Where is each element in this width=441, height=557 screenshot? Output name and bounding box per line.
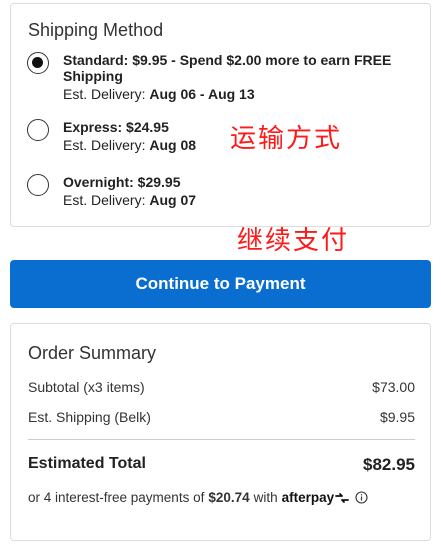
installments-prefix: or 4 interest-free payments of <box>28 490 205 505</box>
subtotal-row: Subtotal (x3 items) $73.00 <box>28 379 415 395</box>
order-summary-card: Order Summary Subtotal (x3 items) $73.00… <box>10 323 431 541</box>
total-value: $82.95 <box>363 455 415 474</box>
shipping-method-card: Shipping Method Standard: $9.95 - Spend … <box>10 3 431 227</box>
summary-divider <box>28 439 415 440</box>
installments-with: with <box>253 490 278 505</box>
shipping-option-delivery: Est. Delivery: Aug 07 <box>63 191 393 209</box>
delivery-label: Est. Delivery: <box>63 192 146 208</box>
shipping-option-delivery: Est. Delivery: Aug 06 - Aug 13 <box>63 85 393 103</box>
radio-overnight[interactable] <box>27 174 49 196</box>
subtotal-label: Subtotal (x3 items) <box>28 379 145 395</box>
subtotal-value: $73.00 <box>372 379 415 395</box>
shipping-cost-label: Est. Shipping (Belk) <box>28 409 151 425</box>
shipping-option-name: Express: $24.95 <box>63 119 169 135</box>
shipping-option-standard-text: Standard: $9.95 - Spend $2.00 more to ea… <box>63 52 393 103</box>
checkout-page: Shipping Method Standard: $9.95 - Spend … <box>0 0 441 557</box>
installments-amount: $20.74 <box>208 490 250 505</box>
afterpay-logo: afterpay <box>282 490 351 505</box>
info-icon[interactable] <box>355 491 368 504</box>
radio-express[interactable] <box>27 119 49 141</box>
afterpay-arrows-icon <box>335 492 350 503</box>
shipping-option-name: Standard: $9.95 - Spend $2.00 more to ea… <box>63 52 392 84</box>
shipping-method-title: Shipping Method <box>28 20 164 40</box>
radio-standard[interactable] <box>27 52 49 74</box>
total-label: Estimated Total <box>28 455 146 472</box>
shipping-cost-row: Est. Shipping (Belk) $9.95 <box>28 409 415 425</box>
shipping-option-delivery: Est. Delivery: Aug 08 <box>63 136 393 154</box>
delivery-dates: Aug 07 <box>149 192 197 208</box>
annotation-shipping-method: 运输方式 <box>230 124 343 154</box>
afterpay-installments: or 4 interest-free payments of $20.74 wi… <box>28 490 418 505</box>
shipping-cost-value: $9.95 <box>379 409 415 425</box>
annotation-continue-payment: 继续支付 <box>237 226 350 256</box>
shipping-option-express[interactable]: Express: $24.95 Est. Delivery: Aug 08 <box>27 119 422 159</box>
shipping-option-standard[interactable]: Standard: $9.95 - Spend $2.00 more to ea… <box>27 52 422 104</box>
delivery-dates: Aug 06 - Aug 13 <box>149 86 255 102</box>
shipping-option-express-text: Express: $24.95 Est. Delivery: Aug 08 <box>63 119 393 154</box>
order-summary-title: Order Summary <box>28 343 157 363</box>
delivery-dates: Aug 08 <box>149 137 197 153</box>
continue-to-payment-button[interactable]: Continue to Payment <box>10 260 431 308</box>
shipping-option-name: Overnight: $29.95 <box>63 174 181 190</box>
delivery-label: Est. Delivery: <box>63 137 146 153</box>
delivery-label: Est. Delivery: <box>63 86 146 102</box>
shipping-option-overnight-text: Overnight: $29.95 Est. Delivery: Aug 07 <box>63 174 393 209</box>
total-row: Estimated Total $82.95 <box>28 455 415 475</box>
afterpay-brand-text: afterpay <box>281 490 335 505</box>
shipping-option-overnight[interactable]: Overnight: $29.95 Est. Delivery: Aug 07 <box>27 174 422 214</box>
